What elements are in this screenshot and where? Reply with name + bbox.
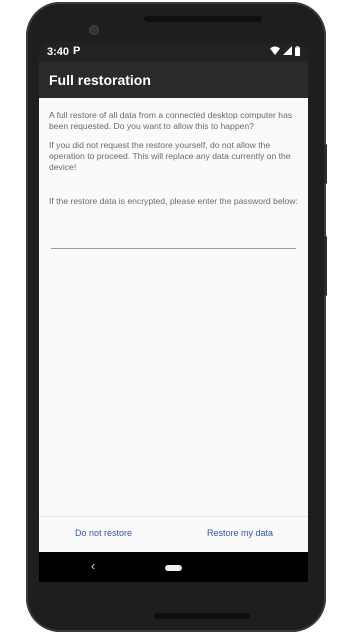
home-pill-icon[interactable] <box>165 565 182 571</box>
notification-p-icon: P <box>73 45 81 57</box>
signal-icon <box>283 46 292 58</box>
front-camera <box>90 26 98 34</box>
power-button <box>324 144 327 184</box>
warning-text: If you did not request the restore yours… <box>49 140 291 172</box>
app-bar: Full restoration <box>39 62 308 98</box>
page-title: Full restoration <box>49 72 151 88</box>
password-instructions: If the restore data is encrypted, please… <box>49 196 298 206</box>
password-field[interactable] <box>51 232 296 249</box>
restore-dialog-content: A full restore of all data from a connec… <box>39 98 308 572</box>
phone-screen: 3:40 P Full restoration A full restore o… <box>39 42 308 582</box>
restore-my-data-button[interactable]: Restore my data <box>207 528 273 538</box>
status-time: 3:40 <box>47 46 70 58</box>
restore-request-text: A full restore of all data from a connec… <box>49 110 293 131</box>
do-not-restore-button[interactable]: Do not restore <box>75 528 132 538</box>
bottom-speaker <box>154 613 250 619</box>
dialog-button-bar: Do not restore Restore my data <box>39 516 308 553</box>
top-speaker <box>144 16 262 22</box>
status-icons <box>270 45 300 59</box>
back-icon[interactable]: ‹ <box>91 559 95 573</box>
wifi-icon <box>270 46 280 58</box>
navigation-bar: ‹ <box>39 552 308 582</box>
status-bar: 3:40 P <box>39 42 308 62</box>
volume-button <box>324 236 327 296</box>
battery-icon <box>295 45 300 59</box>
